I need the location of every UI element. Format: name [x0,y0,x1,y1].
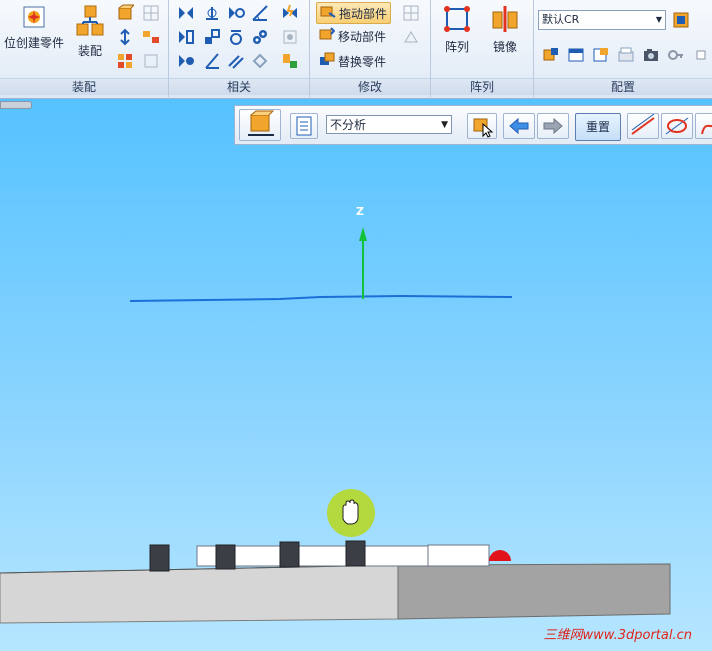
mirror-button[interactable]: 镜像 [485,4,525,55]
configuration-select[interactable]: 默认CR ▼ [538,10,666,30]
chevron-down-icon: ▼ [655,15,662,24]
group-label-modify: 修改 [310,78,430,95]
post-1[interactable] [149,544,170,572]
configuration-manager-icon[interactable] [672,11,690,29]
ground-plane-edge [129,294,513,302]
axial-align-icon[interactable] [177,28,195,46]
gear-mate-icon[interactable] [251,28,269,46]
config-tool-4-icon[interactable] [617,46,635,64]
graphics-viewport[interactable]: 不分析 ▼ 重置 Z 三维网www.3dportal.cn [0,99,712,651]
watermark: 三维网www.3dportal.cn [543,628,692,643]
create-part-in-place-button[interactable]: 位创建零件 [0,4,68,51]
pattern-icon [442,4,472,34]
group-modify: 拖动部件 移动部件 替换零件 修改 [310,0,431,97]
config-tool-2-icon[interactable] [567,46,585,64]
base-plate-left[interactable] [0,564,399,624]
camera-icon[interactable] [642,46,660,64]
replace-part-icon [319,51,335,73]
assemble-label: 装配 [77,44,102,58]
component-pattern-icon[interactable] [142,28,160,46]
group-label-relate: 相关 [169,78,309,95]
pattern-button[interactable]: 阵列 [437,4,477,55]
insert-component-icon[interactable] [116,4,136,22]
group-configurations: 默认CR ▼ 配置 [534,0,712,97]
group-pattern: 阵列 镜像 阵列 [431,0,534,97]
key-icon[interactable] [667,46,685,64]
component-grid-icon[interactable] [142,4,160,22]
group-label-configurations: 配置 [534,78,712,95]
parallel-mate-icon[interactable] [203,52,221,70]
post-4[interactable] [345,540,366,567]
mirror-label: 镜像 [492,40,517,54]
disabled-modify-icon[interactable] [402,4,420,22]
post-2[interactable] [215,544,236,570]
new-part-icon [21,4,47,30]
group-assembly: 位创建零件 装配 装配 [0,0,169,97]
move-component-label: 移动部件 [338,30,387,44]
move-component-icon [319,26,336,48]
z-axis-label: Z [356,205,364,218]
post-3[interactable] [279,541,300,568]
group-relate: 相关 [169,0,310,97]
rigid-set-icon[interactable] [227,52,245,70]
slider-end-block[interactable] [427,544,490,567]
planar-mate-icon[interactable] [203,4,221,22]
group-label-pattern: 阵列 [431,78,533,95]
replace-part-label: 替换零件 [338,55,387,69]
tangent-mate-icon[interactable] [177,52,195,70]
connect-icon[interactable] [203,28,221,46]
mirror-icon [490,4,520,34]
mate-align-icon[interactable] [177,4,195,22]
disabled-tool-icon[interactable] [142,52,160,70]
disabled-modify-icon-2[interactable] [402,28,420,46]
drag-component-icon [320,3,336,25]
replace-part-button[interactable]: 替换零件 [319,51,386,71]
move-component-button[interactable]: 移动部件 [319,26,386,46]
relationship-assistant-icon[interactable] [281,52,299,70]
ribbon: 位创建零件 装配 装配 相关 拖动部件 移动部件 替换零件 修改 阵列 镜像 阵… [0,0,712,99]
3d-scene [0,227,671,624]
explode-icon[interactable] [116,28,134,46]
base-plate-right[interactable] [397,563,671,620]
flash-fit-icon[interactable] [281,4,299,22]
group-label-assembly: 装配 [0,78,168,95]
z-axis-arrow [359,227,367,241]
drag-component-label: 拖动部件 [339,7,388,21]
pattern-label: 阵列 [444,40,469,54]
assemble-button[interactable]: 装配 [70,4,110,59]
disabled-relate-icon[interactable] [281,28,299,46]
configuration-value: 默认CR [542,13,580,26]
center-plane-icon[interactable] [251,52,269,70]
cam-mate-icon[interactable] [227,28,245,46]
structure-icon[interactable] [116,52,134,70]
red-knob[interactable] [489,550,511,561]
config-tool-3-icon[interactable] [592,46,610,64]
insert-mate-icon[interactable] [227,4,245,22]
angle-mate-icon[interactable] [251,4,269,22]
config-tool-1-icon[interactable] [542,46,560,64]
checkbox-icon[interactable] [692,46,710,64]
assemble-icon [75,4,105,38]
drag-component-button[interactable]: 拖动部件 [316,2,392,25]
create-part-in-place-label: 位创建零件 [3,36,64,50]
